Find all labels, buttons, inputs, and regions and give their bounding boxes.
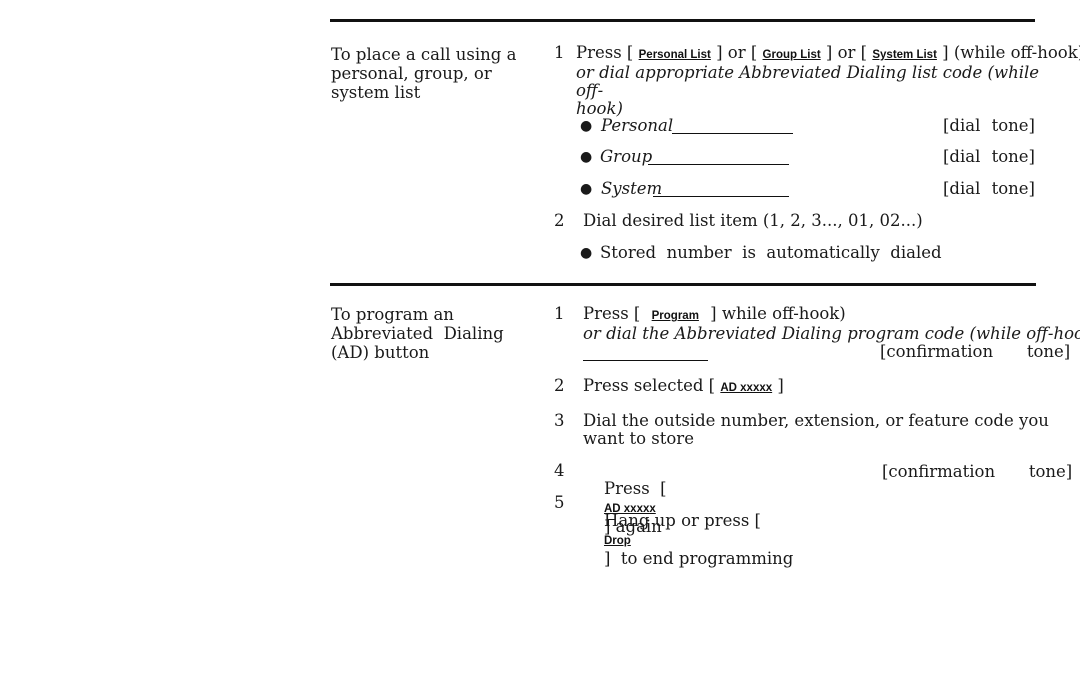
section-title-line: system list — [331, 83, 421, 102]
alt-instruction: or dial appropriate Abbreviated Dialing … — [576, 63, 1040, 100]
alt-instruction: or dial the Abbreviated Dialing program … — [583, 324, 1080, 343]
step-number: 2 — [554, 376, 565, 395]
bullet-icon: ● — [580, 181, 593, 197]
bullet-label: Group — [600, 147, 653, 166]
program-key[interactable]: Program — [652, 310, 699, 322]
bullet-icon: ● — [580, 245, 593, 261]
section-title: To place a call using a personal, group,… — [331, 45, 531, 102]
step-text: Press [ — [576, 43, 634, 62]
step-text: ] or [ — [716, 43, 758, 62]
step-text: Press [ — [583, 304, 641, 323]
section-title: To program an Abbreviated Dialing (AD) b… — [331, 305, 531, 362]
step-text: want to store — [583, 429, 694, 448]
section-divider — [330, 283, 1036, 286]
step-number: 1 — [554, 304, 565, 323]
step-text: Dial the outside number, extension, or f… — [583, 411, 1049, 430]
step-number: 4 — [554, 461, 565, 480]
section-title-line: To program an — [331, 305, 454, 324]
system-list-key[interactable]: System List — [872, 49, 937, 61]
bullet-label: Personal — [601, 116, 674, 135]
section-title-line: personal, group, or — [331, 64, 492, 83]
step-number: 5 — [554, 493, 565, 512]
step-text: ] — [777, 376, 784, 395]
result-tone: [dial tone] — [942, 179, 1035, 198]
step-text: ] (while off-hook) — [942, 43, 1080, 62]
result-tone: [confirmation tone] — [880, 342, 1071, 361]
group-list-key[interactable]: Group List — [763, 49, 821, 61]
step-text: ] or [ — [825, 43, 868, 62]
section-title-line: (AD) button — [331, 343, 430, 362]
entry-line — [648, 163, 789, 165]
entry-line — [672, 132, 793, 134]
step-number: 2 — [554, 211, 565, 230]
result-tone: [dial tone] — [942, 147, 1035, 166]
personal-list-key[interactable]: Personal List — [639, 49, 711, 61]
step-text: Hang up or press [ — [603, 511, 761, 530]
bullet-icon: ● — [580, 118, 593, 134]
step-text: Dial desired list item (1, 2, 3..., 01, … — [583, 211, 923, 230]
step-number: 3 — [554, 411, 565, 430]
step-text: ] while off-hook) — [710, 304, 846, 323]
ad-button-key[interactable]: AD xxxxx — [720, 382, 772, 394]
bullet-label: Stored number is automatically dialed — [600, 243, 942, 262]
bullet-icon: ● — [580, 149, 593, 165]
result-tone: [dial tone] — [942, 116, 1035, 135]
drop-key[interactable]: Drop — [604, 535, 631, 547]
section-title-line: To place a call using a — [331, 45, 517, 64]
step-number: 1 — [554, 43, 565, 62]
entry-line — [583, 359, 708, 361]
step-text: ] to end programming — [603, 549, 794, 568]
section-divider — [330, 19, 1035, 22]
result-tone: [confirmation tone] — [882, 462, 1073, 481]
entry-line — [653, 195, 789, 197]
section-title-line: Abbreviated Dialing — [331, 324, 504, 343]
step-text: Press selected [ — [583, 376, 716, 395]
